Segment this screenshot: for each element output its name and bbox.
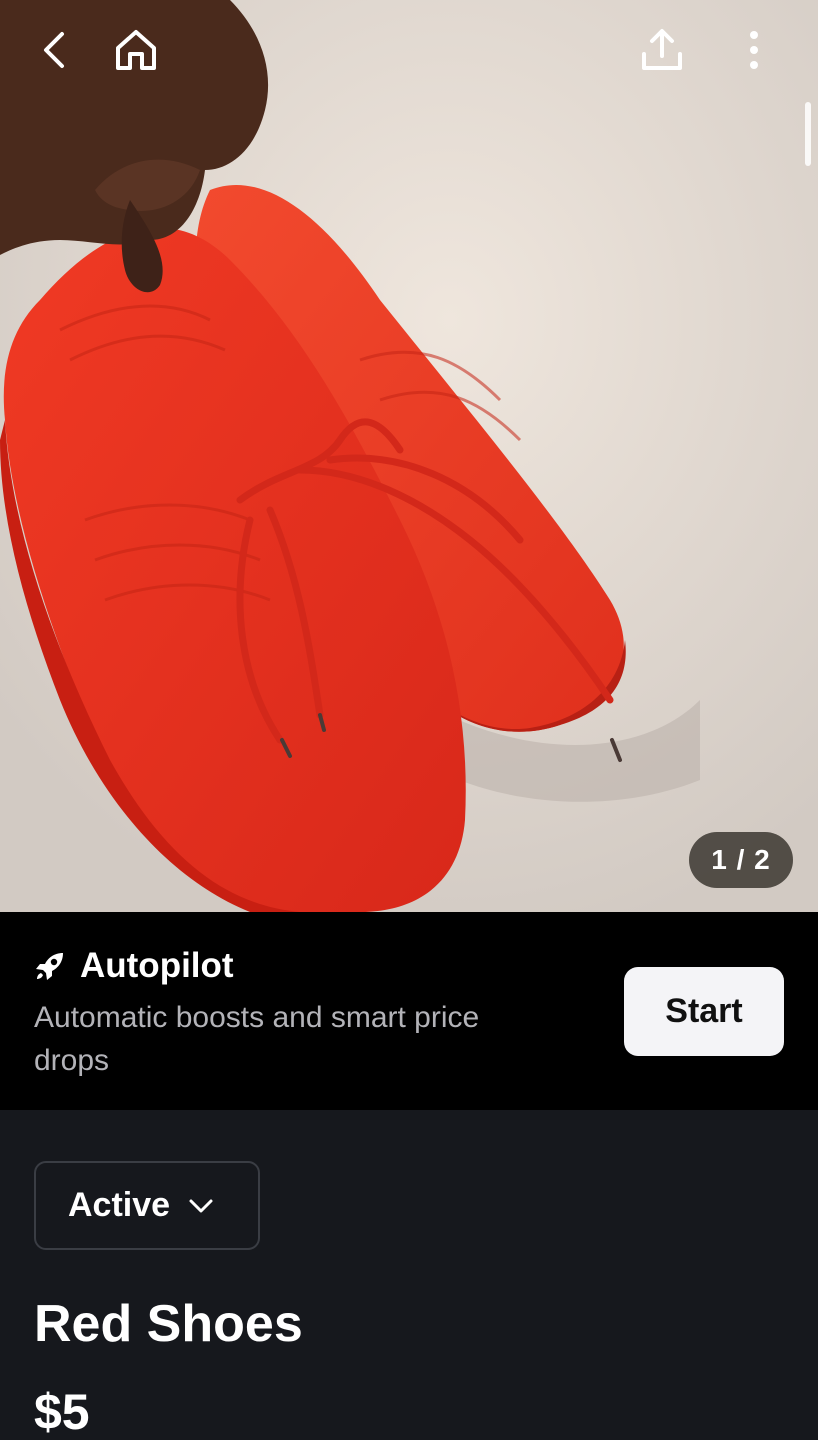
product-photo[interactable]: 1 / 2: [0, 0, 818, 912]
image-counter-badge: 1 / 2: [689, 832, 793, 888]
back-button[interactable]: [28, 22, 84, 78]
status-label: Active: [68, 1186, 171, 1224]
chevron-left-icon: [44, 32, 64, 68]
more-options-button[interactable]: [726, 22, 782, 78]
chevron-down-icon: [189, 1199, 213, 1212]
autopilot-description: Automatic boosts and smart price drops: [34, 1001, 480, 1077]
listing-price: $5: [34, 1384, 90, 1440]
scroll-indicator[interactable]: [805, 102, 811, 166]
listing-title: Red Shoes: [34, 1295, 303, 1353]
product-image: [0, 0, 818, 912]
share-button[interactable]: [634, 22, 690, 78]
home-button[interactable]: [108, 22, 164, 78]
autopilot-title: Autopilot: [80, 946, 234, 985]
share-upload-icon: [642, 29, 682, 70]
more-vertical-icon: [750, 31, 758, 69]
status-dropdown[interactable]: Active: [34, 1161, 260, 1250]
autopilot-start-button[interactable]: Start: [624, 967, 784, 1056]
home-icon: [116, 30, 156, 70]
rocket-icon: [36, 953, 63, 980]
